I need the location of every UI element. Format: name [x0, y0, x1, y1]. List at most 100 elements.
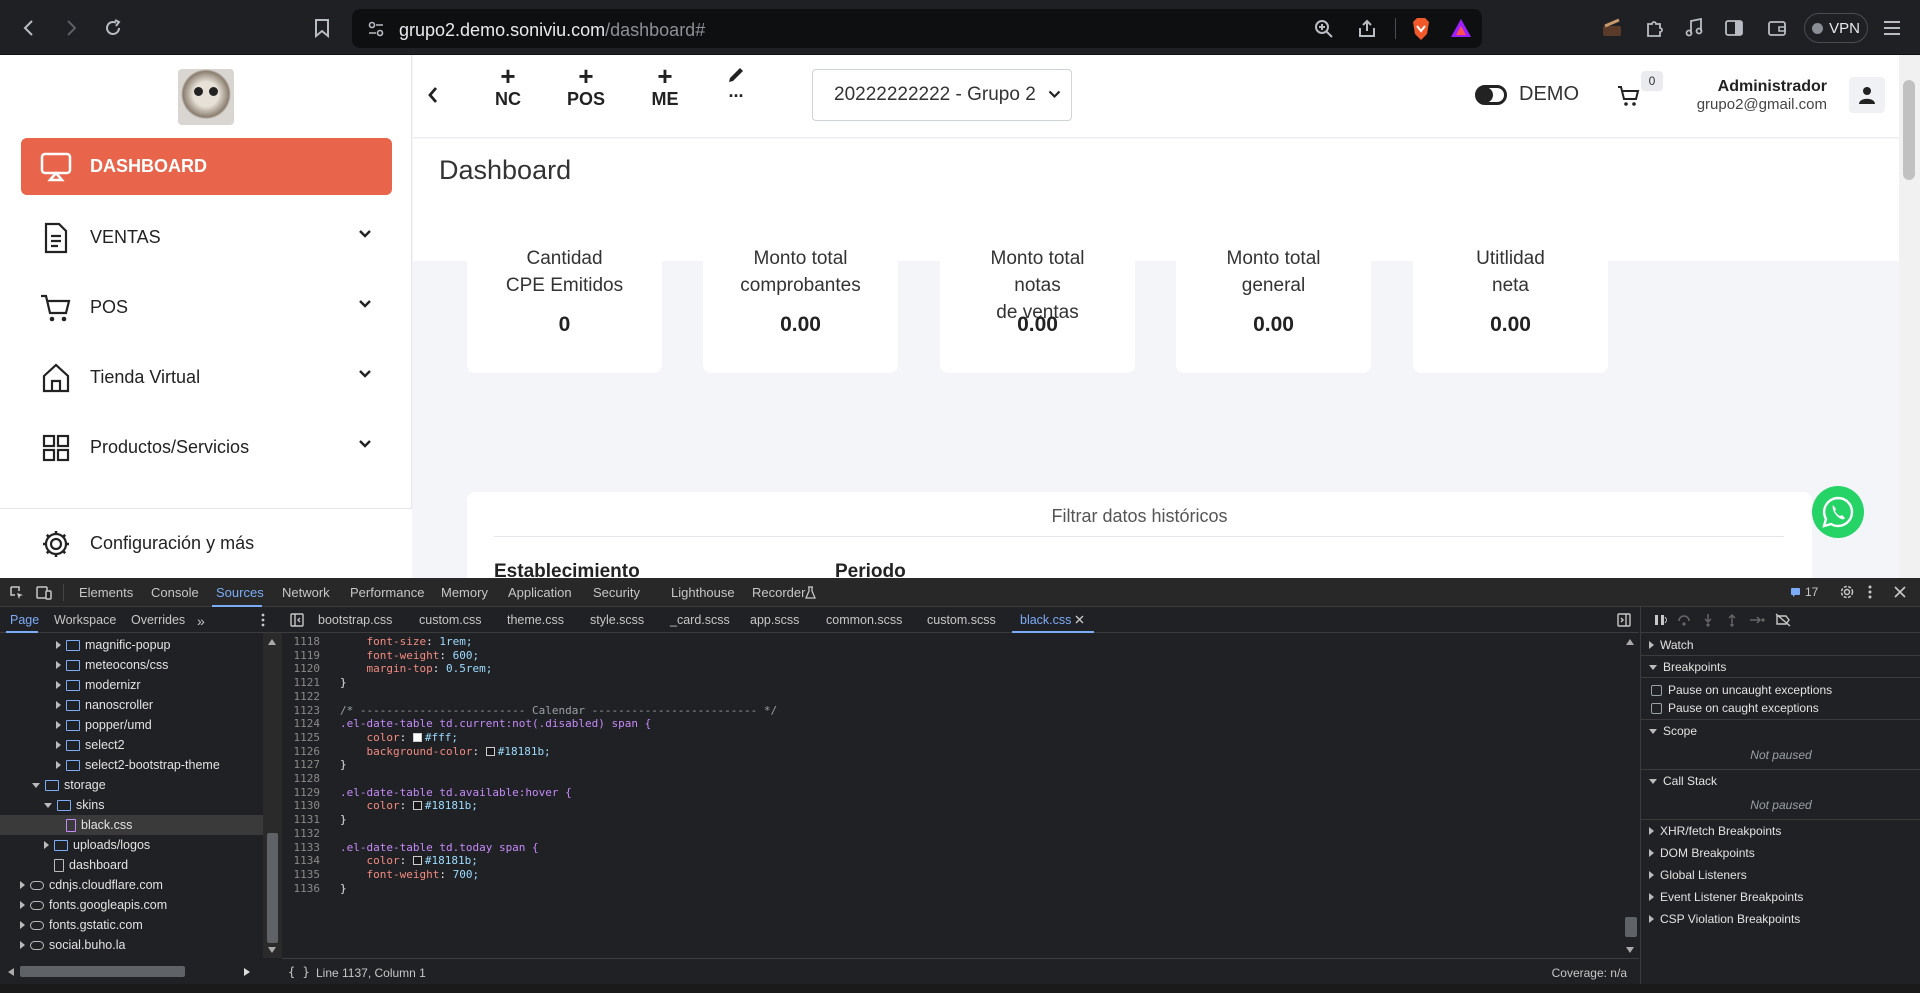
code-line[interactable]: background-color: #18181b;: [340, 745, 550, 758]
user-info[interactable]: Administrador grupo2@gmail.com: [1683, 78, 1827, 113]
editor-tab-black-css[interactable]: black.css: [1020, 613, 1071, 627]
zoom-icon[interactable]: [1314, 19, 1334, 39]
code-editor[interactable]: 1118 font-size: 1rem; 1119 font-weight: 6…: [282, 633, 1622, 948]
forward-icon[interactable]: [57, 14, 85, 42]
sidebar-item-productos-servicios[interactable]: Productos/Servicios: [21, 419, 392, 476]
line-number[interactable]: 1126: [282, 745, 321, 758]
expand-icon[interactable]: [44, 841, 49, 849]
pause-caught-checkbox[interactable]: Pause on caught exceptions: [1651, 701, 1819, 715]
sidebar-toggle-icon[interactable]: [1720, 14, 1748, 42]
code-line[interactable]: .el-date-table td.today span {: [340, 841, 539, 854]
code-line[interactable]: color: #18181b;: [340, 854, 477, 867]
color-swatch[interactable]: [412, 801, 422, 811]
scroll-right-icon[interactable]: [244, 968, 250, 976]
tree-item[interactable]: fonts.gstatic.com: [20, 915, 143, 935]
collapse-icon[interactable]: [44, 802, 52, 808]
tree-item[interactable]: social.buho.la: [20, 935, 125, 955]
device-toolbar-icon[interactable]: [36, 585, 52, 601]
tree-item[interactable]: modernizr: [56, 675, 141, 695]
scroll-left-icon[interactable]: [8, 968, 14, 976]
line-number[interactable]: 1125: [282, 731, 321, 744]
global-listeners-section[interactable]: Global Listeners: [1649, 868, 1747, 882]
tree-item[interactable]: meteocons/css: [56, 655, 168, 675]
line-number[interactable]: 1127: [282, 758, 321, 771]
scroll-up-icon[interactable]: [268, 639, 276, 645]
pause-uncaught-checkbox[interactable]: Pause on uncaught exceptions: [1651, 683, 1832, 697]
more-options-icon[interactable]: [1867, 584, 1873, 600]
site-settings-icon[interactable]: [367, 20, 385, 38]
line-number[interactable]: 1119: [282, 649, 321, 662]
scope-section[interactable]: Scope: [1649, 724, 1697, 738]
media-icon[interactable]: [1598, 14, 1626, 42]
scroll-down-icon[interactable]: [1626, 947, 1634, 953]
brave-rewards-icon[interactable]: [1450, 18, 1472, 38]
expand-icon[interactable]: [56, 721, 61, 729]
dom-breakpoints-section[interactable]: DOM Breakpoints: [1649, 846, 1755, 860]
wallet-icon[interactable]: [1763, 14, 1791, 42]
tab-page[interactable]: Page: [10, 613, 39, 627]
tree-item[interactable]: uploads/logos: [44, 835, 150, 855]
tab-memory[interactable]: Memory: [441, 585, 488, 600]
tree-item[interactable]: popper/umd: [56, 715, 152, 735]
cart-button[interactable]: [1617, 85, 1641, 107]
new-me-button[interactable]: + ME: [635, 63, 695, 110]
tab-overrides[interactable]: Overrides: [131, 613, 185, 627]
line-number[interactable]: 1135: [282, 868, 321, 881]
pause-icon[interactable]: [1653, 613, 1667, 627]
checkbox[interactable]: [1651, 702, 1662, 714]
expand-icon[interactable]: [56, 741, 61, 749]
scroll-thumb[interactable]: [1625, 917, 1637, 937]
editor-tab-theme-css[interactable]: theme.css: [507, 613, 564, 627]
more-tabs-icon[interactable]: »: [197, 613, 205, 629]
expand-icon[interactable]: [56, 681, 61, 689]
sidebar-item-tienda-virtual[interactable]: Tienda Virtual: [21, 349, 392, 406]
tree-item[interactable]: black.css: [0, 815, 263, 835]
color-swatch[interactable]: [485, 746, 495, 756]
edit-button[interactable]: ...: [706, 63, 766, 100]
line-number[interactable]: 1136: [282, 882, 321, 895]
event-listener-breakpoints-section[interactable]: Event Listener Breakpoints: [1649, 890, 1803, 904]
inspect-element-icon[interactable]: [9, 585, 25, 601]
scroll-thumb[interactable]: [20, 966, 185, 977]
tab-network[interactable]: Network: [282, 585, 330, 600]
tree-item[interactable]: dashboard: [44, 855, 128, 875]
expand-icon[interactable]: [20, 901, 25, 909]
step-icon[interactable]: [1749, 613, 1765, 627]
tab-security[interactable]: Security: [593, 585, 640, 600]
brave-shields-icon[interactable]: [1410, 17, 1432, 41]
code-line[interactable]: color: #18181b;: [340, 799, 477, 812]
vpn-button[interactable]: VPN: [1804, 13, 1868, 43]
tab-sources[interactable]: Sources: [216, 585, 264, 600]
tree-item[interactable]: storage: [32, 775, 106, 795]
share-icon[interactable]: [1357, 19, 1377, 39]
code-line[interactable]: }: [340, 676, 347, 689]
tab-recorder[interactable]: Recorder: [752, 585, 805, 600]
avatar[interactable]: [1849, 77, 1885, 113]
company-select[interactable]: 20222222222 - Grupo 2: [812, 69, 1072, 121]
editor-tab-custom-scss[interactable]: custom.scss: [927, 613, 996, 627]
watch-section[interactable]: Watch: [1649, 638, 1694, 652]
sidebar-item-dashboard[interactable]: DASHBOARD: [21, 138, 392, 195]
tree-item[interactable]: magnific-popup: [56, 635, 170, 655]
code-line[interactable]: .el-date-table td.available:hover {: [340, 786, 572, 799]
code-line[interactable]: font-size: 1rem;: [340, 635, 472, 648]
editor-tab-style-scss[interactable]: style.scss: [590, 613, 644, 627]
demo-toggle[interactable]: DEMO: [1475, 83, 1579, 106]
tab-console[interactable]: Console: [151, 585, 199, 600]
expand-icon[interactable]: [20, 941, 25, 949]
expand-icon[interactable]: [56, 701, 61, 709]
code-line[interactable]: }: [340, 758, 347, 771]
code-line[interactable]: }: [340, 813, 347, 826]
expand-icon[interactable]: [20, 881, 25, 889]
company-logo[interactable]: [178, 69, 234, 125]
line-number[interactable]: 1123: [282, 704, 321, 717]
line-number[interactable]: 1122: [282, 690, 321, 703]
editor-tab-custom-css[interactable]: custom.css: [419, 613, 482, 627]
line-number[interactable]: 1118: [282, 635, 321, 648]
expand-icon[interactable]: [56, 661, 61, 669]
line-number[interactable]: 1120: [282, 662, 321, 675]
code-line[interactable]: }: [340, 882, 347, 895]
code-line[interactable]: font-weight: 700;: [340, 868, 479, 881]
tree-item[interactable]: select2-bootstrap-theme: [56, 755, 220, 775]
scroll-thumb[interactable]: [267, 833, 278, 943]
